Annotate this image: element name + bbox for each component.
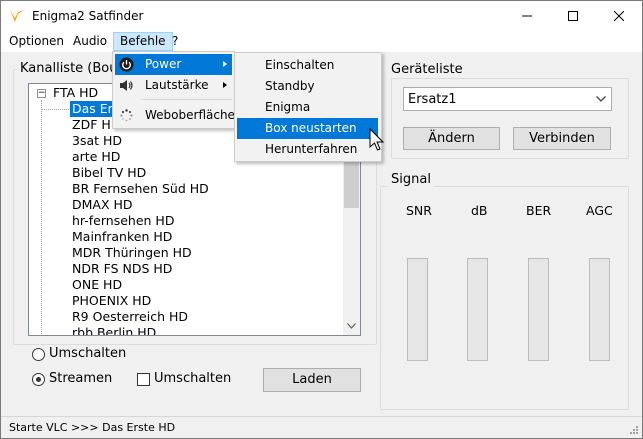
power-submenu: Einschalten Standby Enigma neustarten Bo… <box>234 52 382 162</box>
app-logo-icon <box>10 10 24 22</box>
radio-umschalten[interactable] <box>32 348 45 361</box>
channel-item[interactable]: BR Fernsehen Süd HD <box>72 181 209 197</box>
minimize-button[interactable] <box>504 1 550 31</box>
loading-icon <box>120 109 133 122</box>
agc-bar <box>589 258 610 361</box>
menu-item-weboberflaeche-label: Weboberfläche <box>145 108 235 122</box>
db-label: dB <box>471 203 488 218</box>
befehle-menu: Power Lautstärke Weboberfläche <box>112 51 235 129</box>
snr-label: SNR <box>406 203 432 218</box>
menu-bar: Optionen Audio Befehle ? <box>1 31 642 52</box>
menu-item-power-label: Power <box>145 57 182 71</box>
tree-line <box>41 109 69 110</box>
snr-bar <box>407 258 428 361</box>
menu-audio[interactable]: Audio <box>67 32 113 51</box>
submenu-item-einschalten[interactable]: Einschalten <box>237 55 378 76</box>
menu-item-lautstaerke-label: Lautstärke <box>145 78 209 92</box>
channel-item[interactable]: rbb Berlin HD <box>72 325 156 335</box>
db-bar <box>467 258 488 361</box>
radio-streamen-label: Streamen <box>49 371 113 386</box>
close-icon <box>614 11 624 21</box>
maximize-button[interactable] <box>550 1 596 31</box>
status-text: Starte VLC >>> Das Erste HD <box>9 421 176 434</box>
tree-line <box>41 100 42 335</box>
submenu-arrow-icon <box>223 61 227 67</box>
resize-grip-icon[interactable] <box>629 425 639 435</box>
scroll-down-icon[interactable] <box>347 323 356 329</box>
channel-list-title: Kanalliste (Bou <box>17 61 121 76</box>
signal-title: Signal <box>388 172 434 187</box>
checkbox-umschalten[interactable] <box>137 373 150 386</box>
device-select-value: Ersatz1 <box>408 92 457 107</box>
submenu-item-standby[interactable]: Standby <box>237 76 378 97</box>
agc-label: AGC <box>586 203 613 218</box>
channel-item[interactable]: Bibel TV HD <box>72 165 146 181</box>
channel-item[interactable]: NDR FS NDS HD <box>72 261 172 277</box>
submenu-item-herunterfahren[interactable]: Herunterfahren <box>237 139 378 160</box>
speaker-icon <box>120 80 133 91</box>
submenu-arrow-icon <box>223 82 227 88</box>
radio-streamen[interactable] <box>32 373 45 386</box>
app-window: Enigma2 Satfinder Optionen Audio Befehle… <box>0 0 643 439</box>
status-bar: Starte VLC >>> Das Erste HD <box>1 416 642 438</box>
chevron-down-icon <box>596 96 606 102</box>
menu-optionen[interactable]: Optionen <box>3 32 70 51</box>
submenu-item-enigma-neustarten[interactable]: Enigma neustarten <box>237 97 378 135</box>
channel-item[interactable]: arte HD <box>72 149 120 165</box>
device-select[interactable]: Ersatz1 <box>403 87 612 111</box>
ber-bar <box>528 258 549 361</box>
mouse-cursor-icon <box>369 128 385 151</box>
channel-item[interactable]: ONE HD <box>72 277 122 293</box>
ber-label: BER <box>526 203 552 218</box>
connect-button[interactable]: Verbinden <box>513 127 611 150</box>
channel-item[interactable]: 3sat HD <box>72 133 122 149</box>
checkbox-umschalten-label: Umschalten <box>154 371 232 386</box>
channel-item[interactable]: Das Er <box>70 101 115 117</box>
folder-label: FTA HD <box>53 85 99 100</box>
device-list-title: Geräteliste <box>388 62 466 77</box>
radio-umschalten-label: Umschalten <box>49 346 127 361</box>
window-title: Enigma2 Satfinder <box>32 9 144 23</box>
load-button[interactable]: Laden <box>263 368 361 392</box>
close-button[interactable] <box>596 1 642 31</box>
channel-item[interactable]: Mainfranken HD <box>72 229 172 245</box>
menu-befehle[interactable]: Befehle <box>113 32 173 51</box>
menu-item-power[interactable]: Power <box>115 54 232 75</box>
minimize-icon <box>522 15 532 17</box>
channel-item[interactable]: MDR Thüringen HD <box>72 245 192 261</box>
channel-item[interactable]: hr-fernsehen HD <box>72 213 174 229</box>
power-icon <box>119 57 134 72</box>
channel-item[interactable]: PHOENIX HD <box>72 293 151 309</box>
title-bar[interactable]: Enigma2 Satfinder <box>1 1 642 31</box>
channel-item[interactable]: DMAX HD <box>72 197 133 213</box>
submenu-item-box-neustarten[interactable]: Box neustarten <box>237 118 378 139</box>
change-button[interactable]: Ändern <box>403 127 500 150</box>
menu-item-weboberflaeche[interactable]: Weboberfläche <box>115 105 235 126</box>
maximize-icon <box>568 11 578 21</box>
collapse-icon[interactable]: − <box>37 89 46 98</box>
menu-help[interactable]: ? <box>166 32 184 51</box>
channel-item[interactable]: R9 Oesterreich HD <box>72 309 188 325</box>
menu-separator <box>141 99 232 100</box>
menu-item-lautstaerke[interactable]: Lautstärke <box>115 75 232 96</box>
